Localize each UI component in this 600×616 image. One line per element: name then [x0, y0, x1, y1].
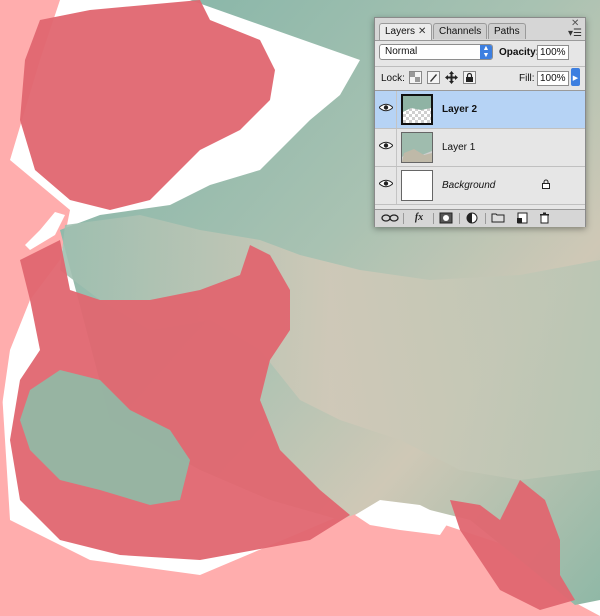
fx-icon[interactable]: fx — [409, 212, 429, 224]
layer-list: Layer 2 Layer 1 Background — [375, 90, 585, 208]
adjustment-layer-icon[interactable] — [465, 212, 479, 224]
layers-panel: Layers ✕ Channels Paths ✕ ▾☰ Normal ▲ ▼ Op… — [374, 17, 586, 227]
link-layers-icon[interactable] — [381, 212, 399, 224]
toolbar-divider — [433, 213, 434, 224]
lock-position-icon[interactable] — [445, 71, 458, 84]
layer-name[interactable]: Background — [442, 180, 495, 191]
eye-icon — [379, 103, 393, 112]
fill-field[interactable]: 100% — [537, 71, 569, 86]
tab-paths-label: Paths — [494, 26, 520, 37]
layer-row-layer-2[interactable]: Layer 2 — [375, 91, 585, 129]
new-layer-icon[interactable] — [515, 212, 529, 224]
toolbar-divider — [459, 213, 460, 224]
visibility-toggle[interactable] — [375, 129, 397, 166]
tab-layers-label: Layers — [385, 26, 416, 37]
tab-close-icon[interactable]: ✕ — [418, 26, 426, 37]
new-group-icon[interactable] — [491, 212, 505, 224]
trash-icon[interactable] — [537, 212, 551, 224]
eye-icon — [379, 179, 393, 188]
lock-transparent-icon[interactable] — [409, 71, 422, 84]
toolbar-divider — [403, 213, 404, 224]
layer-row-background[interactable]: Background — [375, 167, 585, 205]
panel-tab-bar: Layers ✕ Channels Paths ✕ ▾☰ — [375, 18, 585, 41]
blend-mode-value: Normal — [385, 46, 418, 57]
opacity-label: Opacity: — [499, 47, 540, 58]
layers-bottom-toolbar: fx — [375, 209, 585, 227]
lock-all-icon[interactable] — [463, 71, 476, 84]
lock-image-icon[interactable] — [427, 71, 440, 84]
visibility-toggle[interactable] — [375, 91, 397, 128]
blend-mode-select[interactable]: Normal ▲ ▼ — [379, 44, 493, 60]
tab-layers[interactable]: Layers ✕ — [379, 23, 433, 40]
layer-thumbnail — [401, 132, 433, 163]
add-mask-icon[interactable] — [439, 212, 453, 224]
blend-mode-stepper-icon[interactable]: ▲ ▼ — [480, 45, 492, 59]
lock-icon — [542, 179, 550, 189]
layer-thumbnail — [401, 94, 433, 125]
visibility-toggle[interactable] — [375, 167, 397, 204]
tab-channels[interactable]: Channels — [433, 23, 488, 39]
opacity-field[interactable]: 100% — [537, 45, 569, 60]
toolbar-divider — [485, 213, 486, 224]
fill-label: Fill: — [519, 73, 535, 84]
eye-icon — [379, 141, 393, 150]
lock-fill-row: Lock: Fill: 100% ▶ — [375, 66, 585, 89]
panel-menu-icon[interactable]: ▾☰ — [568, 29, 582, 39]
blend-opacity-row: Normal ▲▼ Opacity: 100% ▶ — [375, 41, 585, 83]
layer-name[interactable]: Layer 1 — [442, 142, 475, 153]
layer-name[interactable]: Layer 2 — [442, 104, 477, 115]
lock-label: Lock: — [381, 73, 405, 84]
tab-channels-label: Channels — [439, 26, 482, 37]
tab-paths[interactable]: Paths — [488, 23, 526, 39]
layer-thumbnail — [401, 170, 433, 201]
fill-flyout-icon[interactable]: ▶ — [571, 71, 580, 86]
layer-row-layer-1[interactable]: Layer 1 — [375, 129, 585, 167]
